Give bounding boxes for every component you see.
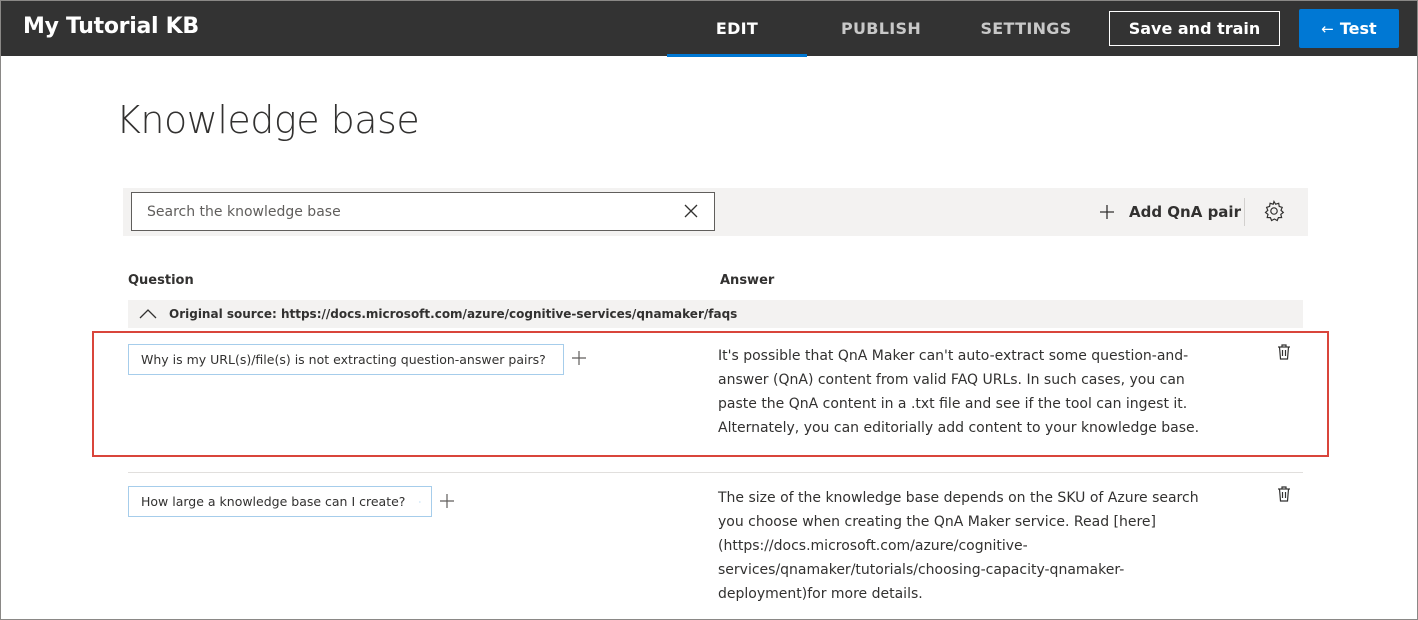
source-label: Original source: https://docs.microsoft.… bbox=[169, 307, 738, 321]
add-alternate-question-icon[interactable] bbox=[572, 351, 586, 365]
question-text: Why is my URL(s)/file(s) is not extracti… bbox=[141, 352, 546, 367]
chevron-up-icon[interactable] bbox=[139, 308, 157, 320]
answer-column-header: Answer bbox=[720, 273, 775, 288]
search-box bbox=[131, 192, 715, 231]
app-title: My Tutorial KB bbox=[23, 14, 199, 39]
answer-text[interactable]: It's possible that QnA Maker can't auto-… bbox=[718, 344, 1208, 440]
plus-icon bbox=[1100, 205, 1114, 219]
answer-line: services/qnamaker/tutorials/choosing-cap… bbox=[718, 562, 1125, 578]
add-qna-pair-label: Add QnA pair bbox=[1129, 203, 1241, 221]
tab-publish[interactable]: PUBLISH bbox=[811, 1, 951, 56]
question-text: How large a knowledge base can I create? bbox=[141, 494, 406, 509]
save-and-train-button[interactable]: Save and train bbox=[1109, 11, 1280, 46]
arrow-left-icon: ← bbox=[1321, 20, 1334, 38]
answer-text[interactable]: The size of the knowledge base depends o… bbox=[718, 486, 1208, 606]
test-button-label: Test bbox=[1339, 19, 1377, 38]
row-divider bbox=[128, 472, 1303, 473]
answer-line: paste the QnA content in a .txt file and… bbox=[718, 396, 1188, 412]
clear-search-icon[interactable] bbox=[682, 202, 700, 220]
delete-icon[interactable] bbox=[1277, 344, 1291, 360]
tab-settings[interactable]: SETTINGS bbox=[956, 1, 1096, 56]
toolbar-divider bbox=[1244, 198, 1245, 226]
add-alternate-question-icon[interactable] bbox=[440, 494, 454, 508]
tab-edit[interactable]: EDIT bbox=[667, 1, 807, 57]
answer-line: It's possible that QnA Maker can't auto-… bbox=[718, 348, 1189, 364]
kb-toolbar: Add QnA pair bbox=[123, 188, 1308, 236]
delete-icon[interactable] bbox=[1277, 486, 1291, 502]
test-button[interactable]: ← Test bbox=[1299, 9, 1399, 48]
add-qna-pair-button[interactable]: Add QnA pair bbox=[1099, 200, 1241, 224]
top-bar: My Tutorial KB EDIT PUBLISH SETTINGS Sav… bbox=[1, 1, 1417, 57]
search-input[interactable] bbox=[132, 193, 672, 230]
answer-line: answer (QnA) content from valid FAQ URLs… bbox=[718, 372, 1185, 388]
close-icon[interactable] bbox=[419, 496, 421, 508]
answer-line: deployment)for more details. bbox=[718, 586, 923, 602]
answer-line: The size of the knowledge base depends o… bbox=[718, 490, 1199, 506]
source-group-header: Original source: https://docs.microsoft.… bbox=[128, 300, 1303, 328]
question-column-header: Question bbox=[128, 273, 194, 288]
question-chip[interactable]: Why is my URL(s)/file(s) is not extracti… bbox=[128, 344, 564, 375]
answer-line: (https://docs.microsoft.com/azure/cognit… bbox=[718, 538, 1028, 554]
gear-icon[interactable] bbox=[1262, 199, 1286, 223]
page-title: Knowledge base bbox=[116, 98, 420, 142]
answer-line: you choose when creating the QnA Maker s… bbox=[718, 514, 1156, 530]
answer-line: Alternately, you can editorially add con… bbox=[718, 420, 1200, 436]
question-chip[interactable]: How large a knowledge base can I create? bbox=[128, 486, 432, 517]
